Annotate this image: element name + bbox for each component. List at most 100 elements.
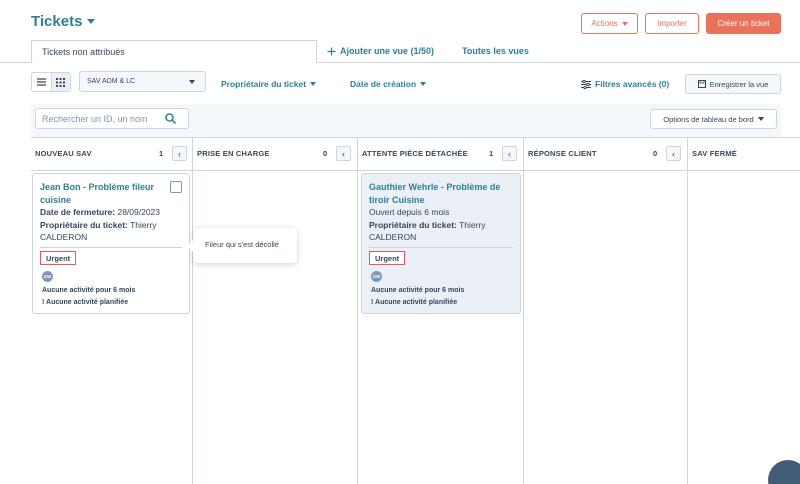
top-bar: Tickets Actions Importer Créer un ticket	[0, 0, 800, 40]
ticket-owner-label: Propriétaire du ticket:	[40, 220, 128, 230]
ticket-title-line: Gauthier Wehrle - Problème de	[369, 182, 501, 192]
column-sav-ferme: SAV FERMÉ	[688, 138, 800, 484]
column-count: 0	[653, 149, 658, 158]
planned-activity-text: Aucune activité planifiée	[375, 299, 458, 306]
view-toggle	[31, 72, 71, 92]
creation-date-filter[interactable]: Date de création	[350, 79, 427, 89]
page-title[interactable]: Tickets	[31, 13, 96, 30]
advanced-filters-label: Filtres avancés (0)	[595, 79, 670, 89]
tab-unassigned-tickets[interactable]: Tickets non attribués	[31, 40, 317, 63]
ticket-title-line: cuisine	[40, 194, 72, 205]
collapse-column-button[interactable]: ‹	[172, 146, 187, 161]
import-button-label: Importer	[657, 19, 687, 28]
ticket-card[interactable]: Jean Bon - Problème fileur cuisine Date …	[32, 173, 190, 314]
ticket-tooltip: Fileur qui s'est décollé	[187, 228, 297, 263]
ticket-owner-label: Propriétaire du ticket:	[369, 220, 457, 230]
last-activity: Aucune activité pour 6 mois	[371, 287, 465, 294]
search-placeholder: Rechercher un ID, un nom	[42, 114, 148, 124]
chevron-left-icon: ‹	[508, 148, 511, 159]
list-icon	[36, 78, 46, 86]
planned-activity: ! Aucune activité planifiée	[371, 299, 457, 306]
save-icon	[697, 80, 706, 88]
divider	[369, 247, 513, 248]
page-title-text: Tickets	[31, 13, 83, 30]
ticket-owner-value: Thierry	[456, 220, 486, 230]
ticket-title[interactable]: Gauthier Wehrle - Problème de tiroir Cui…	[369, 181, 500, 206]
chevron-left-icon: ‹	[342, 148, 345, 159]
ticket-title-line: tiroir Cuisine	[369, 194, 425, 205]
close-date-value: 28/09/2023	[115, 207, 161, 217]
add-view-label: Ajouter une vue (1/50)	[340, 46, 435, 56]
chevron-left-icon: ‹	[178, 148, 181, 159]
chevron-down-icon	[621, 21, 628, 26]
avatar: GW	[371, 271, 382, 282]
tab-unassigned-tickets-label: Tickets non attribués	[42, 47, 125, 57]
divider	[40, 247, 182, 248]
column-prise-en-charge: PRISE EN CHARGE 0 ‹	[193, 138, 358, 484]
grid-icon	[56, 77, 66, 87]
chevron-down-icon	[310, 82, 317, 86]
column-title: NOUVEAU SAV	[35, 149, 92, 158]
dashboard-options-label: Options de tableau de bord	[663, 114, 754, 124]
chevron-down-icon	[420, 82, 427, 86]
filter-toolbar: SAV ADM & LC Propriétaire du ticket Date…	[0, 70, 800, 96]
board-view-button[interactable]	[50, 73, 70, 91]
pipeline-select-value: SAV ADM & LC	[87, 78, 136, 85]
column-reponse-client: RÉPONSE CLIENT 0 ‹	[524, 138, 688, 484]
column-header: PRISE EN CHARGE 0 ‹	[193, 138, 357, 171]
column-header: RÉPONSE CLIENT 0 ‹	[524, 138, 687, 171]
search-input[interactable]: Rechercher un ID, un nom	[35, 108, 189, 129]
column-header: ATTENTE PIÈCE DÉTACHÉE 1 ‹	[358, 138, 523, 171]
column-count: 1	[489, 149, 494, 158]
planned-activity: ! Aucune activité planifiée	[42, 299, 128, 306]
chevron-down-icon	[757, 117, 764, 121]
ticket-title[interactable]: Jean Bon - Problème fileur cuisine	[40, 181, 154, 206]
ticket-owner: Propriétaire du ticket: Thierry	[40, 219, 157, 232]
list-view-button[interactable]	[32, 73, 51, 91]
last-activity: Aucune activité pour 6 mois	[42, 287, 136, 294]
collapse-column-button[interactable]: ‹	[336, 146, 351, 161]
save-view-button[interactable]: Enregistrer la vue	[685, 74, 781, 94]
column-title: SAV FERMÉ	[692, 149, 737, 158]
search-icon[interactable]	[165, 113, 176, 124]
all-views-link[interactable]: Toutes les vues	[462, 46, 529, 56]
open-duration: Ouvert depuis 6 mois	[369, 207, 450, 217]
actions-button-label: Actions	[591, 19, 618, 28]
column-count: 1	[159, 149, 164, 158]
plus-icon	[327, 47, 336, 55]
ticket-owner-value: Thierry	[127, 220, 157, 230]
column-title: ATTENTE PIÈCE DÉTACHÉE	[362, 149, 468, 158]
chevron-down-icon	[189, 80, 195, 84]
column-header: SAV FERMÉ	[688, 138, 800, 171]
planned-activity-text: Aucune activité planifiée	[46, 299, 129, 306]
creation-date-filter-label: Date de création	[350, 79, 417, 89]
actions-button[interactable]: Actions	[581, 13, 638, 34]
collapse-column-button[interactable]: ‹	[666, 146, 681, 161]
dashboard-options-button[interactable]: Options de tableau de bord	[650, 109, 777, 129]
ticket-title-line: Jean Bon - Problème fileur	[40, 182, 155, 192]
chevron-down-icon	[87, 19, 96, 24]
select-checkbox[interactable]	[170, 181, 182, 193]
avatar: GW	[42, 271, 53, 282]
column-title: RÉPONSE CLIENT	[528, 149, 597, 158]
ticket-owner-surname: CALDERON	[369, 232, 417, 242]
chevron-left-icon: ‹	[672, 148, 675, 159]
close-date: Date de fermeture: 28/09/2023	[40, 206, 160, 219]
pipeline-select[interactable]: SAV ADM & LC	[79, 71, 206, 92]
ticket-owner-surname: CALDERON	[40, 232, 88, 242]
filter-sliders-icon	[581, 79, 591, 89]
advanced-filters-button[interactable]: Filtres avancés (0)	[581, 79, 669, 89]
close-date-label: Date de fermeture:	[40, 207, 116, 217]
owner-filter[interactable]: Propriétaire du ticket	[221, 79, 317, 89]
column-title: PRISE EN CHARGE	[197, 149, 270, 158]
collapse-column-button[interactable]: ‹	[502, 146, 517, 161]
owner-filter-label: Propriétaire du ticket	[221, 79, 307, 89]
ticket-card[interactable]: Gauthier Wehrle - Problème de tiroir Cui…	[361, 173, 521, 314]
ticket-owner: Propriétaire du ticket: Thierry	[369, 219, 486, 232]
create-ticket-button-label: Créer un ticket	[717, 19, 770, 28]
import-button[interactable]: Importer	[645, 13, 699, 34]
column-header: NOUVEAU SAV 1 ‹	[31, 138, 192, 171]
create-ticket-button[interactable]: Créer un ticket	[706, 13, 781, 34]
priority-tag: Urgent	[369, 251, 406, 265]
add-view-button[interactable]: Ajouter une vue (1/50)	[327, 46, 434, 56]
